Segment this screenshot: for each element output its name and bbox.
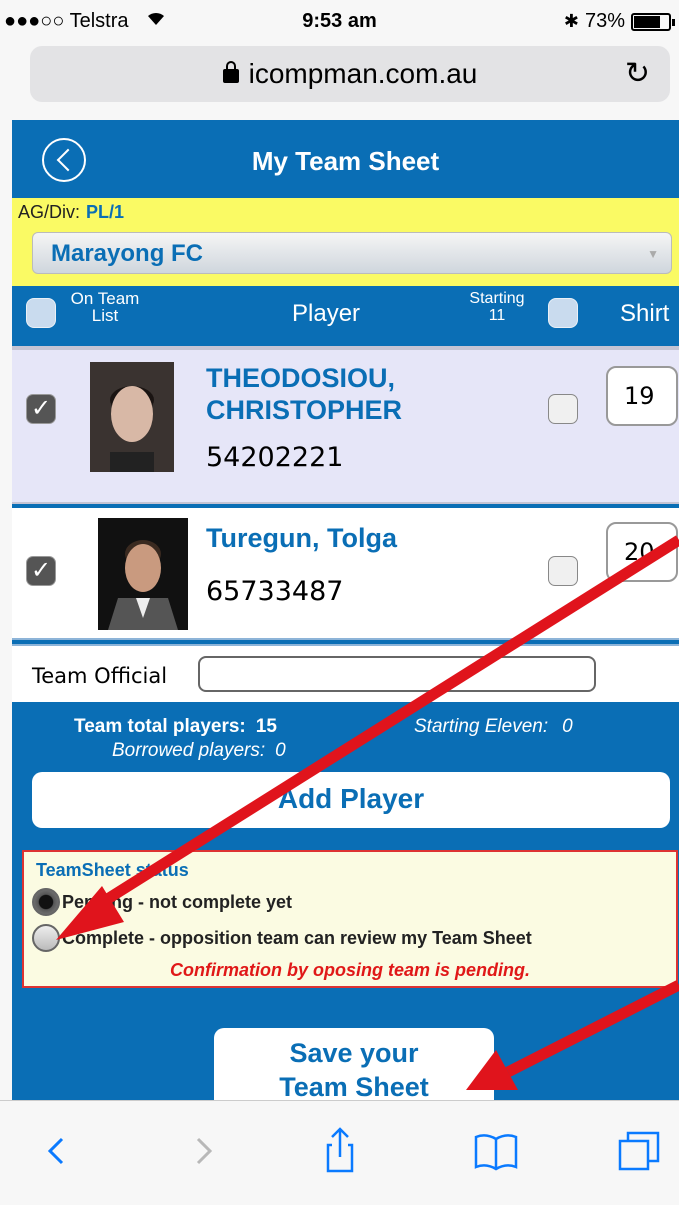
address-bar[interactable]: icompman.com.au ↻ xyxy=(30,46,670,102)
agdiv-value: PL/1 xyxy=(86,202,125,222)
team-official-row: Team Official xyxy=(12,644,679,702)
select-all-on-team-checkbox[interactable] xyxy=(26,298,56,328)
save-team-sheet-button[interactable]: Save your Team Sheet xyxy=(214,1028,494,1100)
browser-toolbar xyxy=(0,1100,679,1205)
borrowed-players-count: Borrowed players: 0 xyxy=(112,740,286,761)
player-row: ✓ Turegun, Tolga 65733487 20 xyxy=(12,508,679,640)
reload-icon[interactable]: ↻ xyxy=(625,56,650,91)
col-on-team: On Team List xyxy=(70,289,140,325)
player-name[interactable]: Turegun, Tolga xyxy=(206,522,397,554)
team-sheet-app: My Team Sheet AG/Div: PL/1 Marayong FC ▼ … xyxy=(12,120,679,1100)
player-row: ✓ THEODOSIOU, CHRISTOPHER 54202221 19 xyxy=(12,346,679,504)
team-totals: Team total players: 15 Starting Eleven: 0 … xyxy=(12,716,679,766)
teamsheet-status-panel: TeamSheet status Pending - not complete … xyxy=(22,850,678,988)
col-player: Player xyxy=(292,300,361,327)
player-name[interactable]: THEODOSIOU, CHRISTOPHER xyxy=(206,362,402,426)
on-team-checkbox[interactable]: ✓ xyxy=(26,394,56,424)
forward-arrow-icon[interactable] xyxy=(172,1121,232,1181)
player-number: 54202221 xyxy=(206,442,344,473)
confirmation-note: Confirmation by oposing team is pending. xyxy=(169,960,530,980)
bookmarks-icon[interactable] xyxy=(466,1121,526,1181)
bluetooth-icon: ✱ xyxy=(563,11,579,31)
url-text: icompman.com.au xyxy=(248,58,478,89)
complete-radio[interactable] xyxy=(32,924,60,952)
tabs-icon[interactable] xyxy=(610,1121,670,1181)
col-starting: Starting 11 xyxy=(469,290,525,324)
starting-checkbox[interactable] xyxy=(548,556,578,586)
battery-area: ✱ 73% xyxy=(563,10,675,33)
battery-percent: 73% xyxy=(584,10,625,32)
page-title: My Team Sheet xyxy=(251,146,440,176)
add-player-button[interactable]: Add Player xyxy=(32,772,670,828)
team-official-input[interactable] xyxy=(198,656,596,692)
back-arrow-icon[interactable] xyxy=(28,1121,88,1181)
chevron-down-icon: ▼ xyxy=(647,247,659,261)
on-team-checkbox[interactable]: ✓ xyxy=(26,556,56,586)
complete-option-label[interactable]: Complete - opposition team can review my… xyxy=(62,928,532,949)
title-bar: My Team Sheet xyxy=(12,120,679,198)
shirt-number-input[interactable]: 20 xyxy=(606,522,678,582)
player-photo xyxy=(98,518,188,630)
col-shirt: Shirt xyxy=(620,300,670,327)
division-filter: AG/Div: PL/1 Marayong FC ▼ xyxy=(12,198,679,286)
pending-radio[interactable] xyxy=(32,888,60,916)
player-photo xyxy=(90,362,174,472)
player-number: 65733487 xyxy=(206,576,344,607)
lock-icon xyxy=(222,60,239,83)
starting-checkbox[interactable] xyxy=(548,394,578,424)
agdiv-label: AG/Div: PL/1 xyxy=(18,202,125,222)
team-total-players: Team total players: 15 xyxy=(74,716,277,737)
team-official-label: Team Official xyxy=(32,664,168,688)
team-select-value: Marayong FC xyxy=(51,240,204,267)
share-icon[interactable] xyxy=(310,1121,370,1181)
column-header: On Team List Player Starting 11 Shirt xyxy=(12,286,679,344)
pending-option-label[interactable]: Pending - not complete yet xyxy=(62,892,292,913)
team-select[interactable]: Marayong FC ▼ xyxy=(32,232,672,274)
shirt-number-input[interactable]: 19 xyxy=(606,366,678,426)
starting-eleven-count: Starting Eleven: 0 xyxy=(414,716,573,737)
battery-icon xyxy=(631,12,675,31)
ios-status-bar: ●●●○○ Telstra 9:53 am ✱ 73% xyxy=(0,0,679,40)
teamsheet-status-heading: TeamSheet status xyxy=(36,860,189,880)
select-all-starting-checkbox[interactable] xyxy=(548,298,578,328)
